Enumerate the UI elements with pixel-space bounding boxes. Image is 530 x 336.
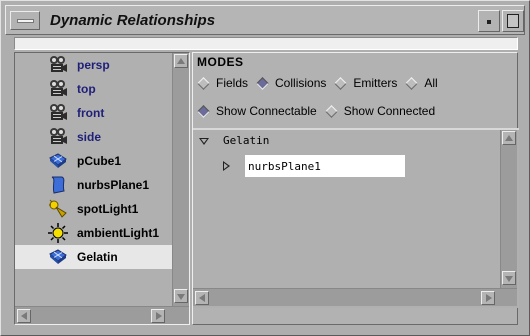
poly-mesh-icon xyxy=(47,247,69,267)
radio-emitters[interactable]: Emitters xyxy=(334,76,397,90)
scroll-up-button[interactable] xyxy=(174,54,188,68)
poly-mesh-icon xyxy=(47,151,69,171)
tree-node-nurbsplane1[interactable]: nurbsPlane1 xyxy=(221,155,405,177)
camera-icon xyxy=(47,55,69,75)
outliner-horizontal-scrollbar[interactable] xyxy=(15,306,189,324)
tree-node-label: Gelatin xyxy=(223,134,270,147)
radio-diamond-icon xyxy=(197,76,210,90)
title-bar[interactable]: Dynamic Relationships xyxy=(5,5,525,35)
show-radio-group: Show Connectable Show Connected xyxy=(197,104,443,118)
minimize-button[interactable] xyxy=(478,10,500,32)
radio-all[interactable]: All xyxy=(405,76,438,90)
window-menu-button[interactable] xyxy=(10,11,40,30)
radio-diamond-icon xyxy=(405,76,419,90)
outliner-item-top[interactable]: top xyxy=(15,77,172,101)
filter-radio-group: Fields Collisions Emitters All xyxy=(197,76,446,90)
outliner-item-label: persp xyxy=(77,58,110,72)
expand-right-icon[interactable] xyxy=(221,161,231,171)
spotlight-icon xyxy=(47,199,69,219)
scroll-left-button[interactable] xyxy=(195,291,209,305)
window-menu-icon xyxy=(17,19,34,23)
outliner-item-label: top xyxy=(77,82,96,96)
tree-node-gelatin[interactable]: Gelatin xyxy=(199,134,269,147)
scroll-right-button[interactable] xyxy=(151,309,165,323)
relationship-tree[interactable]: Gelatin nurbsPlane1 xyxy=(193,128,519,308)
radio-label: All xyxy=(424,76,438,90)
minimize-icon xyxy=(487,20,491,24)
dynamic-relationships-window: Dynamic Relationships persp top front si… xyxy=(0,0,530,336)
radio-collisions[interactable]: Collisions xyxy=(256,76,326,90)
relationships-panel: MODES Fields Collisions Emitters All Sho… xyxy=(192,52,519,325)
radio-show-connectable[interactable]: Show Connectable xyxy=(197,104,317,118)
radio-label: Collisions xyxy=(275,76,327,90)
outliner-item-gelatin[interactable]: Gelatin xyxy=(15,245,172,269)
radio-diamond-icon xyxy=(334,76,348,90)
expand-down-icon[interactable] xyxy=(199,136,209,146)
radio-label: Fields xyxy=(216,76,249,90)
ambient-light-icon xyxy=(47,223,69,243)
object-outliner[interactable]: persp top front side pCube1 nurbsPlane1 … xyxy=(14,52,190,325)
arrow-left-icon xyxy=(21,312,27,320)
outliner-item-side[interactable]: side xyxy=(15,125,172,149)
scroll-down-button[interactable] xyxy=(174,289,188,303)
radio-diamond-icon xyxy=(256,76,269,90)
tree-node-label: nurbsPlane1 xyxy=(245,155,405,177)
camera-icon xyxy=(47,103,69,123)
outliner-item-label: Gelatin xyxy=(77,250,118,264)
radio-diamond-icon xyxy=(324,104,338,118)
outliner-item-label: ambientLight1 xyxy=(77,226,160,240)
outliner-item-label: spotLight1 xyxy=(77,202,139,216)
arrow-right-icon xyxy=(156,312,162,320)
maximize-button[interactable] xyxy=(502,10,524,32)
modes-heading: MODES xyxy=(197,55,244,69)
outliner-item-front[interactable]: front xyxy=(15,101,172,125)
menu-strip[interactable] xyxy=(14,37,518,50)
scroll-down-button[interactable] xyxy=(502,271,516,285)
arrow-up-icon xyxy=(177,58,185,64)
nurbs-surface-icon xyxy=(47,175,69,195)
radio-fields[interactable]: Fields xyxy=(197,76,248,90)
radio-label: Show Connected xyxy=(343,104,436,118)
outliner-item-label: pCube1 xyxy=(77,154,122,168)
camera-icon xyxy=(47,79,69,99)
outliner-item-nurbsplane1[interactable]: nurbsPlane1 xyxy=(15,173,172,197)
radio-label: Show Connectable xyxy=(216,104,317,118)
arrow-down-icon xyxy=(505,276,513,282)
scroll-right-button[interactable] xyxy=(481,291,495,305)
radio-show-connected[interactable]: Show Connected xyxy=(324,104,436,118)
maximize-icon xyxy=(507,14,519,28)
scroll-up-button[interactable] xyxy=(502,131,516,145)
tree-horizontal-scrollbar[interactable] xyxy=(193,288,517,306)
outliner-item-pcube1[interactable]: pCube1 xyxy=(15,149,172,173)
outliner-item-label: front xyxy=(77,106,105,120)
window-title: Dynamic Relationships xyxy=(50,12,216,29)
radio-diamond-icon xyxy=(197,104,210,118)
outliner-item-spotlight1[interactable]: spotLight1 xyxy=(15,197,172,221)
arrow-left-icon xyxy=(199,294,205,302)
outliner-item-persp[interactable]: persp xyxy=(15,53,172,77)
scroll-left-button[interactable] xyxy=(17,309,31,323)
radio-label: Emitters xyxy=(353,76,398,90)
outliner-list: persp top front side pCube1 nurbsPlane1 … xyxy=(15,53,172,306)
arrow-down-icon xyxy=(177,294,185,300)
outliner-vertical-scrollbar[interactable] xyxy=(172,53,189,306)
arrow-right-icon xyxy=(486,294,492,302)
camera-icon xyxy=(47,127,69,147)
outliner-item-ambientlight1[interactable]: ambientLight1 xyxy=(15,221,172,245)
tree-vertical-scrollbar[interactable] xyxy=(500,130,517,288)
outliner-item-label: side xyxy=(77,130,102,144)
arrow-up-icon xyxy=(505,135,513,141)
outliner-item-label: nurbsPlane1 xyxy=(77,178,150,192)
